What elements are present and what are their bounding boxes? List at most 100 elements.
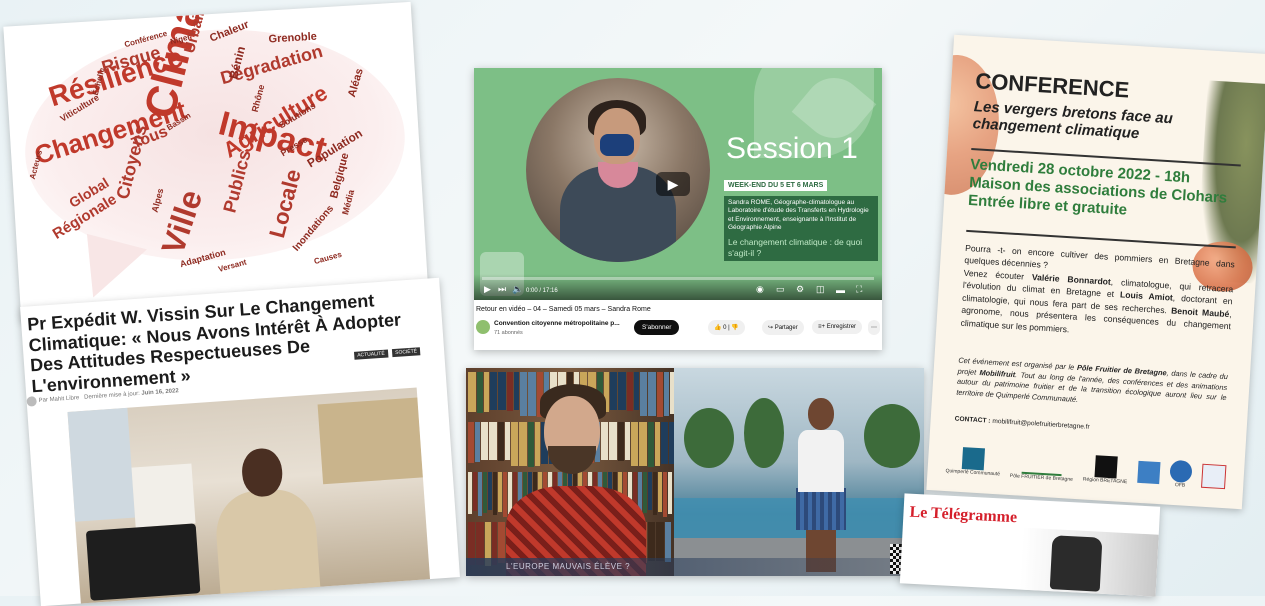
fullscreen-icon[interactable]: ⛶ — [856, 284, 862, 295]
like-button[interactable]: 👍 0 | 👎 — [708, 320, 745, 335]
book-spine — [528, 372, 536, 416]
telegramme-clipping: Le Télégramme — [899, 493, 1161, 597]
ofb-logo-icon — [1169, 459, 1193, 484]
book-spine — [668, 472, 672, 514]
channel-avatar[interactable] — [476, 320, 490, 334]
article-date: Juin 16, 2022 — [141, 388, 179, 397]
topic-label: Le changement climatique : de quoi s'agi… — [724, 234, 878, 262]
channel-name[interactable]: Convention citoyenne métropolitaine p... — [494, 320, 620, 327]
play-control-icon[interactable]: ▶ — [484, 284, 491, 295]
studio-frame — [674, 368, 924, 576]
book-spine — [468, 472, 472, 514]
word-cloud-card: Climatique Résilience Impact Changement Agri… — [3, 1, 429, 323]
subtitles-icon[interactable]: ▭ — [776, 284, 785, 295]
share-button[interactable]: ↪ Partager — [762, 320, 804, 335]
book-spine — [498, 522, 505, 563]
book-spine — [657, 372, 663, 417]
save-button[interactable]: ≡+ Enregistrer — [812, 320, 863, 334]
book-spine — [618, 422, 624, 461]
subscriber-count: 71 abonnés — [494, 330, 523, 336]
video-card-debate[interactable]: L'EUROPE MAUVAIS ÉLÈVE ? — [466, 368, 924, 576]
book-spine — [627, 372, 633, 411]
article-card: Pr Expédit W. Vissin Sur Le Changement C… — [20, 277, 460, 606]
miniplayer-icon[interactable]: ◫ — [816, 284, 825, 295]
session-title: Session 1 — [726, 132, 858, 165]
book-spine — [519, 422, 527, 466]
logo-quimperle: Quimperlé Communauté — [945, 446, 1001, 477]
contact-label: CONTACT : — [954, 415, 991, 425]
autoplay-toggle-icon[interactable]: ◉ — [756, 284, 764, 295]
book-spine — [653, 472, 657, 515]
book-spine — [498, 372, 506, 410]
play-icon[interactable]: ▶ — [656, 172, 690, 196]
logo-text: OFB — [1174, 482, 1186, 489]
speaker-description: Sandra ROME, Géographe-climatologue au L… — [724, 196, 878, 236]
article-author[interactable]: Par Mahit Libre — [38, 395, 79, 404]
book-spine — [643, 472, 647, 513]
partner-logo-icon — [1137, 460, 1161, 485]
host-body — [798, 430, 844, 492]
book-spine — [609, 422, 617, 460]
book-spine — [511, 422, 518, 466]
book-spine — [503, 472, 507, 517]
progress-bar[interactable] — [482, 277, 874, 280]
share-icon: ↪ — [768, 325, 774, 331]
logo-ademe — [1200, 463, 1227, 490]
logo-text: Pôle FRUITIER de Bretagne — [1009, 473, 1074, 483]
theater-mode-icon[interactable]: ▬ — [836, 285, 845, 295]
settings-gear-icon[interactable]: ⚙ — [796, 284, 804, 295]
logo-pole-fruitier: Pôle FRUITIER de Bretagne — [1010, 449, 1075, 483]
logo-partner — [1137, 460, 1161, 485]
book-spine — [618, 372, 626, 410]
speaker-name: Louis Amiot — [1119, 289, 1174, 303]
book-spine — [535, 422, 540, 466]
book-spine — [625, 422, 630, 460]
ademe-logo-icon — [1200, 463, 1227, 490]
book-spine — [610, 372, 617, 410]
book-spine — [648, 372, 656, 416]
poster-heading: CONFERENCE — [974, 68, 1130, 103]
volume-icon[interactable]: 🔈 — [512, 284, 523, 295]
video-player[interactable]: ▶ Session 1 WEEK-END DU 5 ET 6 MARS Sand… — [474, 68, 882, 300]
book-spine — [490, 372, 497, 410]
contact-email[interactable]: mobilifruit@polefruitierbretagne.fr — [992, 418, 1090, 431]
logo-text: Région BRETAGNE — [1082, 476, 1128, 486]
book-spine — [484, 372, 489, 412]
man-body — [213, 486, 321, 604]
video-title[interactable]: Retour en vidéo – 04 – Samedi 05 mars – … — [476, 306, 651, 313]
tree — [744, 398, 784, 468]
book-spine — [648, 422, 654, 467]
poster-body: Pourra -t- on encore cultiver des pommie… — [960, 242, 1235, 345]
like-count: 0 — [723, 325, 727, 331]
poster-contact: CONTACT : mobilifruit@polefruitierbretag… — [955, 416, 1090, 431]
article-photo — [67, 387, 431, 606]
save-label: Enregistrer — [826, 324, 857, 330]
subscribe-button[interactable]: S'abonner — [634, 320, 680, 335]
cabinet — [67, 407, 136, 522]
video-time: 0:00 / 17:16 — [526, 288, 558, 294]
poster-note: Cet événement est organisé par le Pôle F… — [956, 356, 1228, 415]
bretagne-logo-icon — [1094, 455, 1118, 479]
book-spine — [498, 472, 502, 512]
book-spine — [505, 422, 510, 460]
book-spine — [528, 422, 534, 467]
book-spine — [473, 472, 477, 511]
book-spine — [481, 422, 488, 460]
book-spine — [658, 472, 662, 512]
book-spine — [498, 422, 504, 461]
book-spine — [520, 372, 527, 416]
book-spine — [663, 472, 667, 517]
article-headline[interactable]: Pr Expédit W. Vissin Sur Le Changement C… — [27, 287, 432, 397]
host-head — [808, 398, 834, 430]
book-spine — [665, 522, 671, 562]
more-button[interactable]: ⋯ — [868, 320, 880, 335]
poster-subtitle: Les vergers bretons face au changement c… — [972, 98, 1174, 143]
conference-poster: CONFERENCE Les vergers bretons face au c… — [926, 34, 1265, 510]
book-spine — [601, 422, 608, 460]
thumbs-up-icon: 👍 — [714, 325, 722, 331]
book-spine — [639, 422, 647, 466]
host-skirt — [796, 488, 846, 530]
next-icon[interactable]: ⏭ — [498, 284, 506, 295]
book-spine — [477, 372, 483, 413]
speaker-mask — [600, 134, 634, 156]
